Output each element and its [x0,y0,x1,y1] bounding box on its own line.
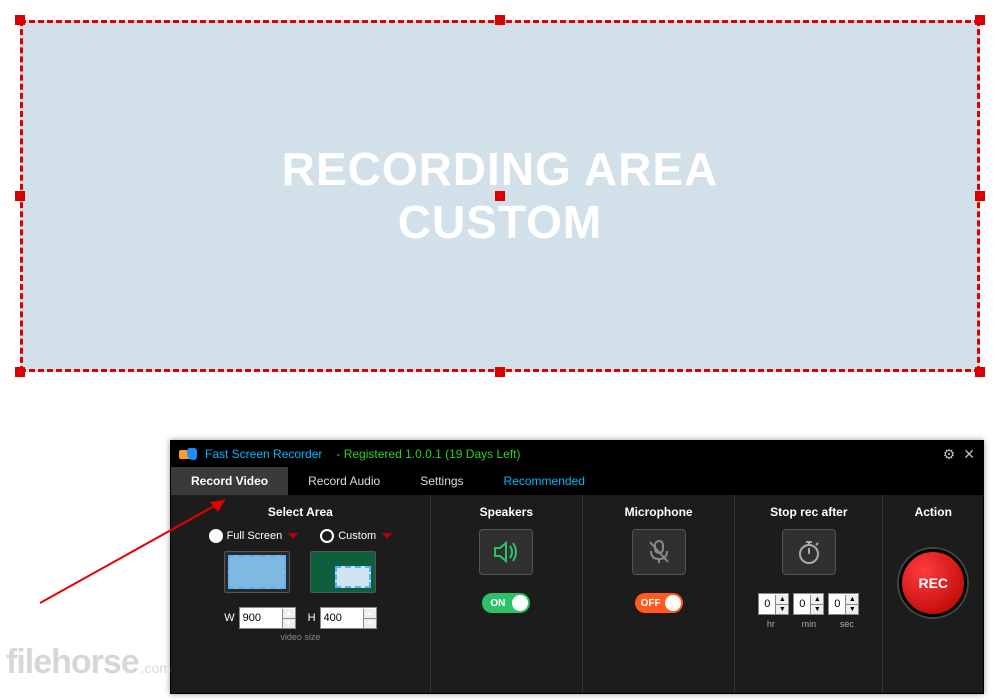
tab-settings[interactable]: Settings [400,467,483,495]
sec-up[interactable]: ▲ [846,595,858,605]
hr-input-box: ▲▼ [758,593,789,615]
resize-handle-bottom-right[interactable] [975,367,985,377]
sec-input-box: ▲▼ [828,593,859,615]
resize-handle-top-right[interactable] [975,15,985,25]
resize-handle-center[interactable] [495,191,505,201]
stop-after-header: Stop rec after [770,505,847,519]
resize-handle-top-left[interactable] [15,15,25,25]
tab-record-video[interactable]: Record Video [171,467,288,495]
microphone-toggle-label: OFF [641,598,661,609]
min-label: min [795,619,823,629]
watermark: filehorse.com [6,643,171,682]
panel-action: Action REC [883,495,983,693]
min-down[interactable]: ▼ [811,605,823,614]
radio-custom-label: Custom [338,530,376,542]
width-input-box: ▲▼ [239,607,296,629]
tab-recommended[interactable]: Recommended [484,467,605,495]
microphone-toggle[interactable]: OFF [635,593,683,613]
hr-label: hr [757,619,785,629]
panel-microphone: Microphone OFF [583,495,735,693]
height-input[interactable] [321,612,363,624]
stopwatch-icon [796,539,822,565]
sec-input[interactable] [829,598,845,610]
title-bar: Fast Screen Recorder - Registered 1.0.0.… [171,441,983,467]
width-input[interactable] [240,612,282,624]
width-spin-up[interactable]: ▲ [283,609,295,619]
radio-full-screen[interactable]: Full Screen [209,529,299,543]
sec-down[interactable]: ▼ [846,605,858,614]
height-input-box: ▲▼ [320,607,377,629]
tab-record-audio[interactable]: Record Audio [288,467,400,495]
microphone-button[interactable] [632,529,686,575]
dropdown-arrow-icon[interactable] [288,533,298,539]
hr-down[interactable]: ▼ [776,605,788,614]
resize-handle-mid-right[interactable] [975,191,985,201]
radio-custom[interactable]: Custom [320,529,392,543]
width-spin-down[interactable]: ▼ [283,619,295,628]
select-area-header: Select Area [268,505,333,519]
timer-button[interactable] [782,529,836,575]
hr-up[interactable]: ▲ [776,595,788,605]
speakers-toggle[interactable]: ON [482,593,530,613]
app-window: Fast Screen Recorder - Registered 1.0.0.… [170,440,984,694]
hr-input[interactable] [759,598,775,610]
speakers-header: Speakers [480,505,533,519]
height-label: H [308,612,316,624]
min-input[interactable] [794,598,810,610]
panel-select-area: Select Area Full Screen Custom [171,495,431,693]
sec-label: sec [833,619,861,629]
resize-handle-mid-left[interactable] [15,191,25,201]
app-logo-icon [179,447,197,461]
record-button[interactable]: REC [899,549,967,617]
height-spin-down[interactable]: ▼ [364,619,376,628]
radio-dot-icon [320,529,334,543]
width-label: W [224,612,234,624]
microphone-header: Microphone [625,505,693,519]
tab-bar: Record Video Record Audio Settings Recom… [171,467,983,495]
dropdown-arrow-icon[interactable] [382,533,392,539]
speakers-toggle-label: ON [490,598,505,609]
height-spin-up[interactable]: ▲ [364,609,376,619]
settings-gear-icon[interactable]: ⚙ [943,446,956,463]
video-size-label: video size [280,632,320,642]
panel-stop-after: Stop rec after ▲▼ ▲▼ ▲▼ hr [735,495,883,693]
radio-full-screen-label: Full Screen [227,530,283,542]
resize-handle-top-mid[interactable] [495,15,505,25]
action-header: Action [915,505,952,519]
preview-full-screen[interactable] [224,551,290,593]
microphone-icon [647,539,671,565]
close-icon[interactable]: ✕ [963,446,975,463]
resize-handle-bottom-mid[interactable] [495,367,505,377]
watermark-name: filehorse [6,643,139,681]
registration-status: - Registered 1.0.0.1 (19 Days Left) [336,447,520,461]
preview-custom[interactable] [310,551,376,593]
resize-handle-bottom-left[interactable] [15,367,25,377]
panel-speakers: Speakers ON [431,495,583,693]
speakers-button[interactable] [479,529,533,575]
min-up[interactable]: ▲ [811,595,823,605]
radio-dot-icon [209,529,223,543]
app-title: Fast Screen Recorder [205,447,322,461]
min-input-box: ▲▼ [793,593,824,615]
speaker-icon [493,540,519,564]
watermark-tld: .com [141,660,171,676]
